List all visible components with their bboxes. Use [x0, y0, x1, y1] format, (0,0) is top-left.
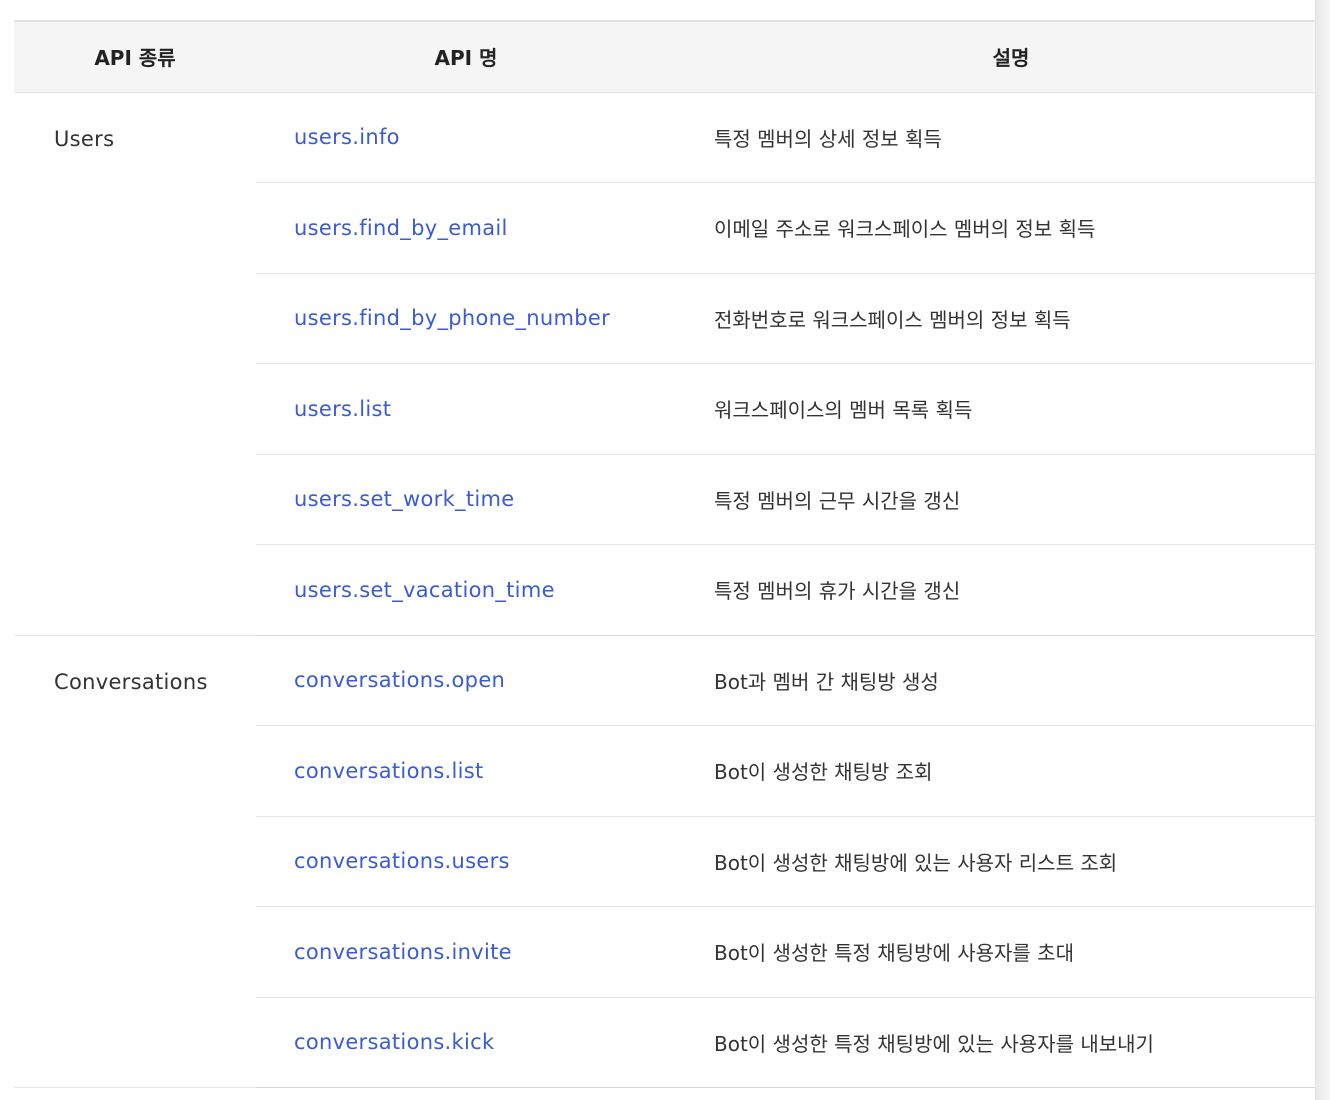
api-table: API 종류 API 명 설명 Users users.info 특정 멤버의 …: [14, 20, 1316, 1088]
api-description: Bot이 생성한 특정 채팅방에 사용자를 초대: [676, 906, 1316, 998]
api-link-users-list[interactable]: users.list: [294, 397, 391, 421]
api-name-cell: conversations.list: [256, 725, 676, 817]
header-description: 설명: [992, 46, 1030, 71]
header-row: API 종류 API 명 설명: [14, 21, 1316, 92]
api-description: 이메일 주소로 워크스페이스 멤버의 정보 획득: [676, 182, 1316, 274]
api-name-cell: users.info: [256, 92, 676, 183]
api-description: Bot과 멤버 간 채팅방 생성: [676, 635, 1316, 726]
api-link-conversations-invite[interactable]: conversations.invite: [294, 940, 512, 964]
api-description: 특정 멤버의 휴가 시간을 갱신: [676, 544, 1316, 636]
scrollbar-track[interactable]: [1315, 0, 1330, 1100]
api-link-conversations-users[interactable]: conversations.users: [294, 849, 510, 873]
api-name-cell: conversations.users: [256, 816, 676, 907]
group-conversations: Conversations: [14, 635, 256, 1088]
api-name-cell: conversations.kick: [256, 997, 676, 1088]
group-users: Users: [14, 92, 256, 636]
api-link-users-set-vacation-time[interactable]: users.set_vacation_time: [294, 578, 555, 602]
api-link-users-set-work-time[interactable]: users.set_work_time: [294, 487, 514, 511]
table-row: Users users.info 특정 멤버의 상세 정보 획득: [14, 92, 1316, 636]
api-name-cell: users.find_by_phone_number: [256, 273, 676, 364]
api-link-conversations-kick[interactable]: conversations.kick: [294, 1030, 494, 1054]
api-description: 워크스페이스의 멤버 목록 획득: [676, 363, 1316, 455]
api-reference-page: API 종류 API 명 설명 Users users.info 특정 멤버의 …: [0, 0, 1316, 1100]
api-description: Bot이 생성한 특정 채팅방에 있는 사용자를 내보내기: [676, 997, 1316, 1088]
api-link-users-info[interactable]: users.info: [294, 125, 400, 149]
api-name-cell: users.list: [256, 363, 676, 455]
api-link-conversations-list[interactable]: conversations.list: [294, 759, 484, 783]
api-name-cell: conversations.invite: [256, 906, 676, 998]
api-name-cell: users.set_vacation_time: [256, 544, 676, 636]
table-header: API 종류 API 명 설명: [14, 21, 1316, 92]
api-name-cell: users.find_by_email: [256, 182, 676, 274]
table-body: Users users.info 특정 멤버의 상세 정보 획득 users.f…: [14, 92, 1316, 1088]
header-api-name: API 명: [434, 46, 498, 71]
api-link-users-find-by-phone-number[interactable]: users.find_by_phone_number: [294, 306, 610, 330]
api-name-cell: users.set_work_time: [256, 454, 676, 545]
api-description: 특정 멤버의 상세 정보 획득: [676, 92, 1316, 183]
api-description: 특정 멤버의 근무 시간을 갱신: [676, 454, 1316, 545]
api-description: Bot이 생성한 채팅방에 있는 사용자 리스트 조회: [676, 816, 1316, 907]
api-description: 전화번호로 워크스페이스 멤버의 정보 획득: [676, 273, 1316, 364]
api-name-cell: conversations.open: [256, 635, 676, 726]
api-link-users-find-by-email[interactable]: users.find_by_email: [294, 216, 508, 240]
header-api-type: API 종류: [94, 46, 176, 71]
api-link-conversations-open[interactable]: conversations.open: [294, 668, 505, 692]
table-row: Conversations conversations.open Bot과 멤버…: [14, 635, 1316, 1088]
api-description: Bot이 생성한 채팅방 조회: [676, 725, 1316, 817]
